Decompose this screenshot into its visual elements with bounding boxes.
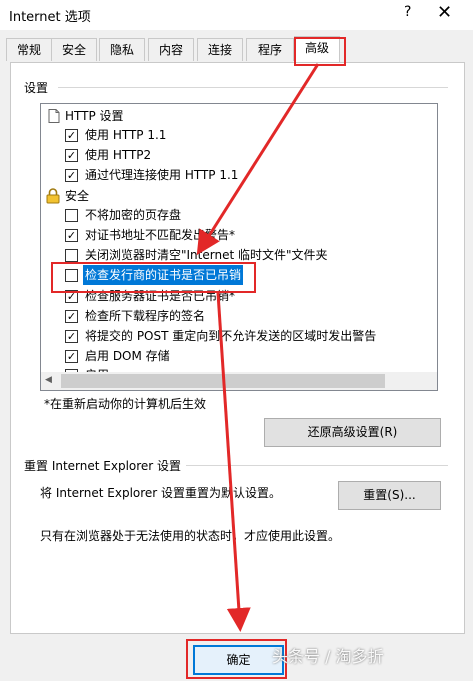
arrow-to-item — [196, 63, 320, 256]
watermark: 头条号 / 淘多折 — [272, 647, 384, 666]
arrow-to-ok — [216, 292, 251, 632]
annotation-arrows — [196, 63, 320, 632]
